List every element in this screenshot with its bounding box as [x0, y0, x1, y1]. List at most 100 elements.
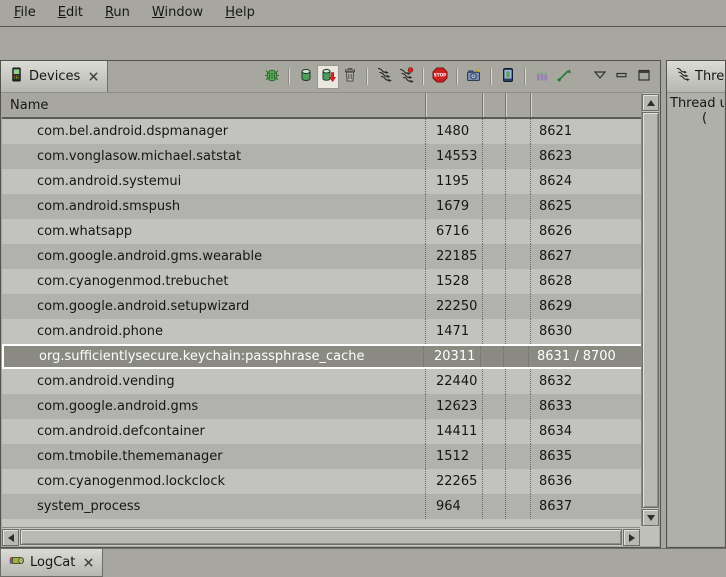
tab-devices[interactable]: Devices: [1, 61, 108, 92]
process-list: com.bel.android.dspmanager14808621com.vo…: [2, 119, 643, 519]
horizontal-scroll-thumb[interactable]: [20, 529, 622, 545]
device-row[interactable]: com.cyanogenmod.lockclock222658636: [2, 469, 643, 494]
menu-help[interactable]: Help: [214, 2, 266, 24]
cell-process-name: com.whatsapp: [2, 219, 425, 244]
cell-process-name: com.google.android.gms.wearable: [2, 244, 425, 269]
debug-process-button[interactable]: [261, 65, 283, 89]
cell-pid: 1471: [425, 319, 482, 344]
arrow-down-icon: [647, 515, 655, 521]
cell-empty: [482, 444, 505, 469]
cell-process-name: com.bel.android.dspmanager: [2, 119, 425, 144]
cell-port: 8623: [530, 144, 643, 169]
cause-gc-button[interactable]: [339, 65, 361, 89]
stop-icon: STOP: [432, 67, 448, 87]
cell-process-name: com.android.smspush: [2, 194, 425, 219]
minimize-button[interactable]: [611, 65, 633, 89]
scrollbar-corner: [640, 527, 659, 546]
cell-port: 8629: [530, 294, 643, 319]
scroll-up-button[interactable]: [642, 94, 659, 111]
device-row[interactable]: com.android.phone14718630: [2, 319, 643, 344]
heap-updates-button[interactable]: [531, 65, 553, 89]
vertical-scroll-thumb[interactable]: [642, 112, 659, 508]
cell-port: 8627: [530, 244, 643, 269]
scroll-down-button[interactable]: [642, 509, 659, 526]
cell-port: 8625: [530, 194, 643, 219]
cell-port: 8621: [530, 119, 643, 144]
scroll-left-button[interactable]: [2, 529, 19, 546]
view-menu-button[interactable]: [589, 65, 611, 89]
cell-empty: [480, 346, 503, 367]
cell-empty: [505, 219, 530, 244]
cell-pid: 1528: [425, 269, 482, 294]
cell-process-name: com.google.android.setupwizard: [2, 294, 425, 319]
device-row[interactable]: com.google.android.gms126238633: [2, 394, 643, 419]
cell-empty: [505, 119, 530, 144]
toolbar-separator: [366, 68, 367, 85]
devices-toolbar: STOP: [261, 61, 660, 92]
device-row-selected[interactable]: org.sufficientlysecure.keychain:passphra…: [2, 344, 643, 369]
cell-empty: [505, 444, 530, 469]
device-row[interactable]: com.bel.android.dspmanager14808621: [2, 119, 643, 144]
cell-pid: 20311: [423, 346, 480, 367]
maximize-icon: [637, 69, 651, 85]
chevron-down-icon: [593, 69, 607, 84]
threads-message-line1: Thread up: [668, 93, 724, 111]
update-threads-button[interactable]: [373, 65, 395, 89]
cell-port: 8634: [530, 419, 643, 444]
phone-icon: [9, 67, 24, 86]
device-row[interactable]: com.android.smspush16798625: [2, 194, 643, 219]
maximize-button[interactable]: [633, 65, 655, 89]
cell-process-name: com.android.systemui: [2, 169, 425, 194]
menu-window[interactable]: Window: [141, 2, 214, 24]
device-row[interactable]: com.tmobile.thememanager15128635: [2, 444, 643, 469]
device-row[interactable]: com.cyanogenmod.trebuchet15288628: [2, 269, 643, 294]
column-header-name[interactable]: Name: [2, 93, 425, 117]
dump-hprof-button[interactable]: [317, 65, 339, 89]
vertical-scrollbar[interactable]: [641, 94, 659, 526]
device-row[interactable]: com.google.android.setupwizard222508629: [2, 294, 643, 319]
toolbar-separator: [422, 68, 423, 85]
menu-edit[interactable]: Edit: [47, 2, 94, 24]
scroll-right-button[interactable]: [623, 529, 640, 546]
device-row[interactable]: system_process9648637: [2, 494, 643, 519]
device-row[interactable]: com.google.android.gms.wearable221858627: [2, 244, 643, 269]
arrow-right-icon: [629, 534, 635, 542]
screen-capture-button[interactable]: [463, 65, 485, 89]
logcat-tabbar: LogCat: [0, 548, 726, 577]
start-method-profiling-button[interactable]: [395, 65, 417, 89]
cell-port: 8633: [530, 394, 643, 419]
network-statistics-button[interactable]: [553, 65, 575, 89]
capture-system-info-button[interactable]: [497, 65, 519, 89]
update-heap-button[interactable]: [295, 65, 317, 89]
column-header-3[interactable]: [482, 93, 505, 117]
cell-empty: [482, 294, 505, 319]
column-header-port[interactable]: [530, 93, 643, 117]
column-header-4[interactable]: [505, 93, 530, 117]
menu-file[interactable]: File: [3, 2, 47, 24]
toolbar-separator: [288, 68, 289, 85]
cell-pid: 14553: [425, 144, 482, 169]
stop-process-button[interactable]: STOP: [429, 65, 451, 89]
column-header-pid[interactable]: [425, 93, 482, 117]
cell-port: 8637: [530, 494, 643, 519]
tab-threads[interactable]: Threads: [667, 61, 725, 92]
cell-process-name: org.sufficientlysecure.keychain:passphra…: [4, 346, 423, 367]
close-icon[interactable]: [88, 71, 99, 82]
threads-icon: [376, 67, 392, 87]
horizontal-scrollbar[interactable]: [2, 527, 640, 546]
device-row[interactable]: com.android.defcontainer144118634: [2, 419, 643, 444]
threads-message-line2: (: [668, 111, 724, 126]
cell-process-name: com.google.android.gms: [2, 394, 425, 419]
cell-empty: [505, 469, 530, 494]
cell-port: 8626: [530, 219, 643, 244]
network-arrow-icon: [556, 67, 572, 87]
device-row[interactable]: com.vonglasow.michael.satstat145538623: [2, 144, 643, 169]
device-row[interactable]: com.android.systemui11958624: [2, 169, 643, 194]
device-row[interactable]: com.android.vending224408632: [2, 369, 643, 394]
cell-pid: 1512: [425, 444, 482, 469]
tab-logcat[interactable]: LogCat: [0, 549, 103, 577]
cell-port: 8636: [530, 469, 643, 494]
close-icon[interactable]: [83, 557, 94, 568]
device-row[interactable]: com.whatsapp67168626: [2, 219, 643, 244]
menu-run[interactable]: Run: [94, 2, 141, 24]
